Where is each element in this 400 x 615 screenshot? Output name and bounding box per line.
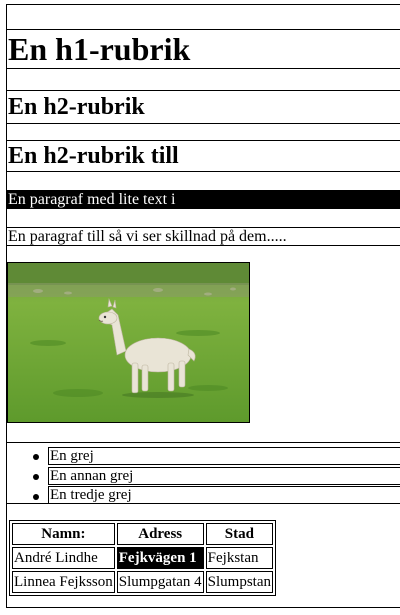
table-cell-city: Fejkstan — [205, 547, 274, 569]
highlighted-paragraph: En paragraf med lite text i — [7, 190, 400, 209]
table-row: André Lindhe Fejkvägen 1 Fejkstan — [12, 547, 274, 569]
bullet-list: En grej En annan grej En tredje grej — [7, 442, 400, 504]
list-item: En annan grej — [48, 467, 400, 485]
bullet-icon — [33, 494, 39, 500]
heading-h2-first: En h2-rubrik — [7, 90, 400, 124]
bullet-icon — [33, 454, 39, 460]
list-item: En grej — [48, 447, 400, 465]
column-header-name: Namn: — [12, 523, 115, 545]
list-item: En tredje grej — [48, 486, 400, 504]
table-cell-address: Fejkvägen 1 — [116, 547, 204, 569]
people-table: Namn: Adress Stad André Lindhe Fejkvägen… — [9, 520, 277, 596]
heading-h1: En h1-rubrik — [7, 29, 400, 69]
column-header-city: Stad — [205, 523, 274, 545]
table-cell-city: Slumpstan — [205, 571, 274, 593]
alpaca-photo — [7, 262, 250, 423]
bullet-icon — [33, 474, 39, 480]
heading-h2-second: En h2-rubrik till — [7, 140, 400, 172]
page-body: En h1-rubrik En h2-rubrik En h2-rubrik t… — [6, 4, 400, 608]
table-header-row: Namn: Adress Stad — [12, 523, 274, 545]
table-cell-name: Linnea Fejksson — [12, 571, 115, 593]
table-row: Linnea Fejksson Slumpgatan 4 Slumpstan — [12, 571, 274, 593]
table-cell-name: André Lindhe — [12, 547, 115, 569]
table-cell-address: Slumpgatan 4 — [116, 571, 204, 593]
plain-paragraph: En paragraf till så vi ser skillnad på d… — [7, 227, 400, 246]
column-header-address: Adress — [116, 523, 204, 545]
